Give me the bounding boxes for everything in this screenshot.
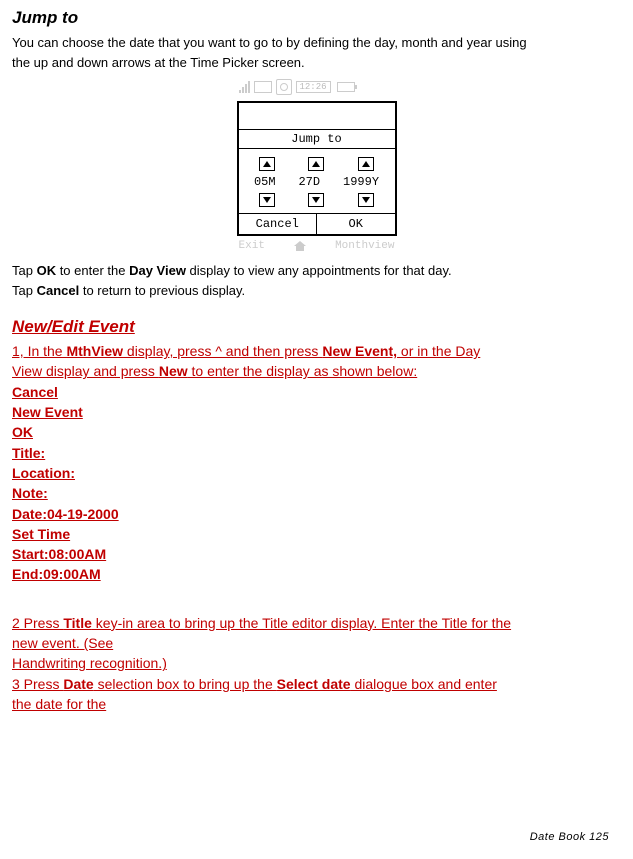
softkey-exit[interactable]: Exit — [239, 240, 265, 252]
envelope-icon — [254, 81, 272, 93]
instruction-ok: Tap OK to enter the Day View display to … — [12, 262, 621, 280]
field-date: Date:04-19-2000 — [12, 504, 621, 524]
step-2-line-3: Handwriting recognition.) — [12, 653, 621, 673]
softkey-monthview[interactable]: Monthview — [335, 240, 394, 252]
battery-icon — [337, 82, 355, 92]
step-3-line-2: the date for the — [12, 694, 621, 714]
settings-icon — [276, 79, 292, 95]
time-picker-mockup: 12:26 Jump to 05M 27D 1999Y — [12, 77, 621, 252]
day-up-button[interactable] — [308, 157, 324, 171]
field-note: Note: — [12, 483, 621, 503]
intro-line-1: You can choose the date that you want to… — [12, 34, 621, 52]
heading-new-edit-event: New/Edit Event — [12, 317, 621, 337]
field-start: Start:08:00AM — [12, 544, 621, 564]
day-down-button[interactable] — [308, 193, 324, 207]
step-1-line-2: View display and press New to enter the … — [12, 361, 621, 381]
year-down-button[interactable] — [358, 193, 374, 207]
heading-jump-to: Jump to — [12, 8, 621, 28]
device-screen: Jump to 05M 27D 1999Y — [237, 101, 397, 236]
step-3-line-1: 3 Press Date selection box to bring up t… — [12, 674, 621, 694]
intro-line-2: the up and down arrows at the Time Picke… — [12, 54, 621, 72]
step-2-line-2: new event. (See — [12, 633, 621, 653]
field-set-time: Set Time — [12, 524, 621, 544]
field-ok: OK — [12, 422, 621, 442]
month-down-button[interactable] — [259, 193, 275, 207]
status-bar: 12:26 — [237, 77, 397, 97]
month-value: 05M — [254, 175, 276, 189]
home-icon[interactable] — [294, 241, 306, 251]
year-value: 1999Y — [343, 175, 379, 189]
year-up-button[interactable] — [358, 157, 374, 171]
page-footer: Date Book 125 — [530, 831, 609, 843]
ok-button[interactable]: OK — [317, 214, 395, 234]
field-new-event: New Event — [12, 402, 621, 422]
field-title: Title: — [12, 443, 621, 463]
instruction-cancel: Tap Cancel to return to previous display… — [12, 282, 621, 300]
dialog-title: Jump to — [239, 129, 395, 149]
date-picker: 05M 27D 1999Y — [239, 149, 395, 213]
field-location: Location: — [12, 463, 621, 483]
field-cancel: Cancel — [12, 382, 621, 402]
cancel-button[interactable]: Cancel — [239, 214, 318, 234]
month-up-button[interactable] — [259, 157, 275, 171]
field-end: End:09:00AM — [12, 564, 621, 584]
clock-readout: 12:26 — [296, 81, 331, 93]
day-value: 27D — [298, 175, 320, 189]
step-1-line-1: 1, In the MthView display, press ^ and t… — [12, 341, 621, 361]
signal-icon — [239, 81, 250, 93]
step-2-line-1: 2 Press Title key-in area to bring up th… — [12, 613, 621, 633]
